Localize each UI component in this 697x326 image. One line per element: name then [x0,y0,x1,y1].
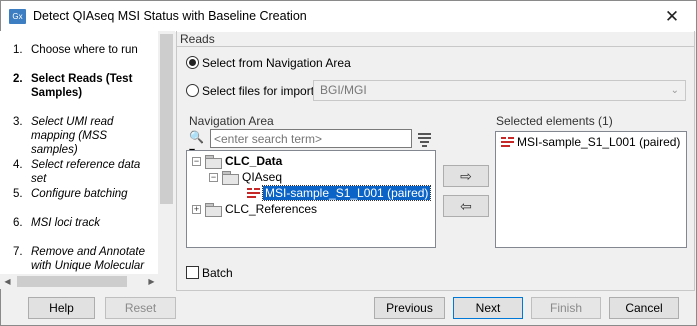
next-button[interactable]: Next [453,297,523,319]
folder-icon [222,171,239,185]
step-number: 5. [13,188,23,200]
collapse-icon[interactable]: − [192,156,201,166]
help-button[interactable]: Help [28,297,95,319]
step-number: 4. [13,159,23,171]
close-icon[interactable]: ✕ [652,1,692,32]
tree-item-clc-data[interactable]: − CLC_Data [192,153,282,169]
chevron-down-icon: ⌄ [670,85,679,96]
sequence-list-icon [501,136,514,148]
step-label: Select Reads (Test Samples) [31,73,133,99]
selected-elements-list[interactable]: MSI-sample_S1_L001 (paired) [495,131,687,248]
steps-vertical-scrollbar[interactable] [158,31,175,274]
radio-select-files-import[interactable] [186,84,199,97]
title-bar: Gx Detect QIAseq MSI Status with Baselin… [1,1,696,32]
remove-from-selected-button[interactable]: ⇦ [443,195,489,217]
sequence-list-icon [247,187,260,199]
step-remove-annotate-umi[interactable]: 7. Remove and Annotate with Unique Molec… [13,245,155,274]
radio-select-from-navigation[interactable] [186,56,199,69]
batch-label[interactable]: Batch [202,266,233,280]
tree-item-label: CLC_References [225,202,318,216]
window-title: Detect QIAseq MSI Status with Baseline C… [33,9,307,23]
right-arrow-icon: ⇨ [460,168,472,184]
step-label: Configure batching [31,188,128,200]
import-format-value: BGI/MGI [320,83,367,97]
wizard-steps-panel: 1. Choose where to run 2. Select Reads (… [0,31,160,274]
tree-item-clc-references[interactable]: + CLC_References [192,201,317,217]
scroll-left-icon[interactable]: ◀ [0,274,15,289]
folder-icon [205,203,222,217]
step-select-reference[interactable]: 4. Select reference data set [13,158,155,186]
finish-button[interactable]: Finish [531,297,601,319]
list-item-label: MSI-sample_S1_L001 (paired) [517,135,681,149]
tree-item-msi-sample[interactable]: MSI-sample_S1_L001 (paired) [247,185,432,201]
app-icon: Gx [9,9,26,24]
selected-elements-label: Selected elements (1) [496,114,613,128]
scrollbar-thumb[interactable] [17,276,127,287]
step-select-umi-mapping[interactable]: 3. Select UMI read mapping (MSS samples) [13,115,155,157]
navigation-area-label: Navigation Area [189,114,274,128]
step-label: MSI loci track [31,217,101,229]
batch-checkbox[interactable] [186,266,199,279]
scroll-right-icon[interactable]: ▶ [144,274,159,289]
step-choose-where-to-run[interactable]: 1. Choose where to run [13,43,155,57]
tree-item-label: MSI-sample_S1_L001 (paired) [261,185,432,201]
section-divider [176,46,695,47]
step-label: Choose where to run [31,44,138,56]
cancel-button[interactable]: Cancel [609,297,679,319]
step-number: 1. [13,44,23,56]
add-to-selected-button[interactable]: ⇨ [443,165,489,187]
search-input[interactable] [210,129,412,148]
navigation-tree[interactable]: − CLC_Data − QIAseq MSI-sample_S1_L001 (… [186,150,436,248]
step-number: 2. [13,73,23,85]
expand-icon[interactable]: + [192,204,201,214]
list-item[interactable]: MSI-sample_S1_L001 (paired) [501,135,680,149]
folder-icon [205,155,222,169]
reset-button[interactable]: Reset [105,297,176,319]
radio-label-navigation[interactable]: Select from Navigation Area [202,56,351,70]
step-number: 3. [13,116,23,128]
filter-icon[interactable] [418,131,431,147]
step-select-reads[interactable]: 2. Select Reads (Test Samples) [13,72,155,100]
step-configure-batching[interactable]: 5. Configure batching [13,187,155,201]
step-number: 7. [13,246,23,258]
step-label: Select UMI read mapping (MSS samples) [31,116,114,156]
step-label: Select reference data set [31,159,141,185]
scrollbar-thumb[interactable] [160,34,173,204]
import-format-select: BGI/MGI ⌄ [313,80,686,101]
radio-label-import[interactable]: Select files for import: [202,84,317,98]
previous-button[interactable]: Previous [374,297,445,319]
search-icon[interactable]: 🔍▾ [189,130,209,158]
tree-item-qiaseq[interactable]: − QIAseq [209,169,282,185]
steps-horizontal-scrollbar[interactable]: ◀ ▶ [0,274,175,289]
step-msi-loci-track[interactable]: 6. MSI loci track [13,216,155,230]
tree-item-label: QIAseq [242,170,283,184]
step-number: 6. [13,217,23,229]
section-title: Reads [180,32,215,46]
left-arrow-icon: ⇦ [460,198,472,214]
step-label: Remove and Annotate with Unique Molecula… [31,246,146,272]
tree-item-label: CLC_Data [225,154,283,168]
collapse-icon[interactable]: − [209,172,218,182]
